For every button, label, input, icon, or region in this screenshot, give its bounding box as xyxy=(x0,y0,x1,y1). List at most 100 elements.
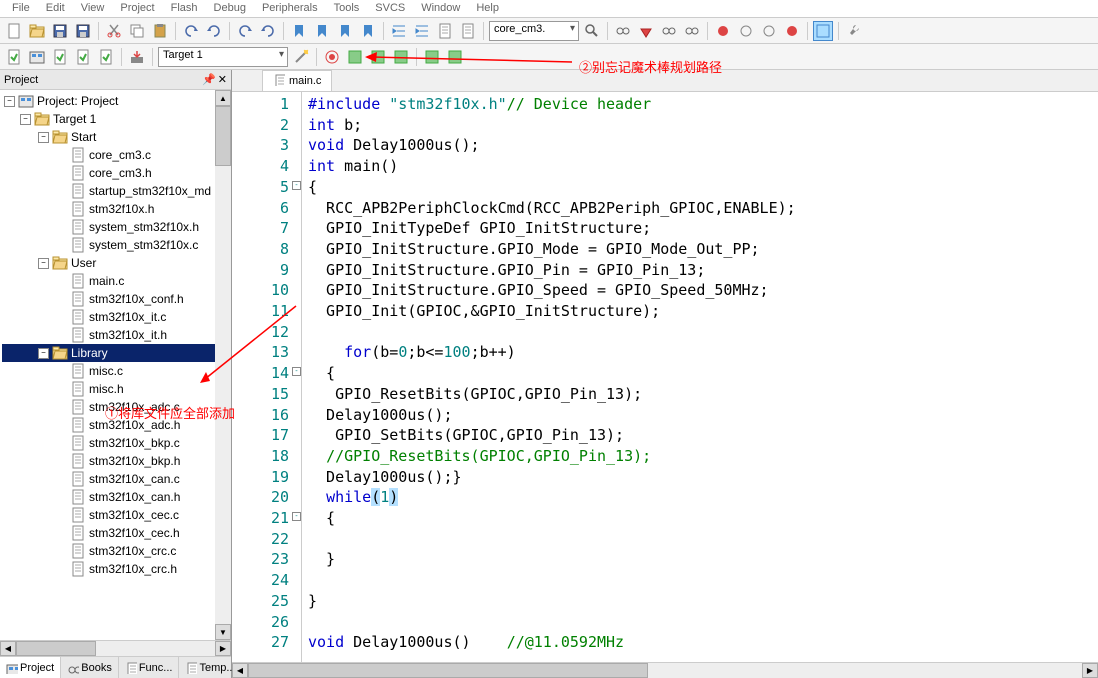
tree-node[interactable]: core_cm3.c xyxy=(2,146,229,164)
tree-node[interactable]: stm32f10x_conf.h xyxy=(2,290,229,308)
indent-button[interactable] xyxy=(389,21,409,41)
panel-tab-func[interactable]: Func... xyxy=(119,657,180,678)
scroll-track[interactable] xyxy=(215,106,231,624)
menu-tools[interactable]: Tools xyxy=(326,2,368,15)
tree-node[interactable]: system_stm32f10x.h xyxy=(2,218,229,236)
scroll-left-button[interactable]: ◀ xyxy=(232,663,248,678)
editor-hscrollbar[interactable]: ◀ ▶ xyxy=(232,662,1098,678)
glasses2-button[interactable] xyxy=(659,21,679,41)
tree-node[interactable]: stm32f10x_it.h xyxy=(2,326,229,344)
horizontal-scrollbar[interactable]: ◀ ▶ xyxy=(0,640,231,656)
download-button[interactable] xyxy=(127,47,147,67)
rebuild-button[interactable] xyxy=(50,47,70,67)
components-button[interactable] xyxy=(391,47,411,67)
code-editor[interactable]: #include "stm32f10x.h"// Device headerin… xyxy=(302,92,1098,662)
copy-button[interactable] xyxy=(127,21,147,41)
open-button[interactable] xyxy=(27,21,47,41)
redo-button[interactable] xyxy=(204,21,224,41)
tree-node[interactable]: misc.h xyxy=(2,380,229,398)
debug-button[interactable] xyxy=(613,21,633,41)
tree-node[interactable]: −User xyxy=(2,254,229,272)
vertical-scrollbar[interactable]: ▲ ▼ xyxy=(215,90,231,640)
stop-build-button[interactable] xyxy=(96,47,116,67)
tree-toggle-icon[interactable]: − xyxy=(38,348,49,359)
glasses-button[interactable] xyxy=(636,21,656,41)
run-button[interactable] xyxy=(422,47,442,67)
configure-button[interactable] xyxy=(844,21,864,41)
fold-icon[interactable]: - xyxy=(292,367,301,376)
tree-toggle-icon[interactable]: − xyxy=(20,114,31,125)
bookmark-prev-button[interactable] xyxy=(312,21,332,41)
panel-pin-icon[interactable]: 📌 xyxy=(202,73,216,86)
scroll-thumb[interactable] xyxy=(16,641,96,656)
tree-toggle-icon[interactable]: − xyxy=(38,132,49,143)
tree-node[interactable]: system_stm32f10x.c xyxy=(2,236,229,254)
nav-fwd-button[interactable] xyxy=(258,21,278,41)
menu-file[interactable]: File xyxy=(4,2,38,15)
bookmark-clear-button[interactable] xyxy=(358,21,378,41)
nav-back-button[interactable] xyxy=(235,21,255,41)
scroll-up-button[interactable]: ▲ xyxy=(215,90,231,106)
uncomment-button[interactable] xyxy=(458,21,478,41)
tree-node[interactable]: stm32f10x_can.c xyxy=(2,470,229,488)
menu-window[interactable]: Window xyxy=(413,2,468,15)
target-select[interactable]: Target 1 xyxy=(158,47,288,67)
bp-kill-button[interactable] xyxy=(782,21,802,41)
tree-node[interactable]: −Library xyxy=(2,344,229,362)
save-button[interactable] xyxy=(50,21,70,41)
scroll-down-button[interactable]: ▼ xyxy=(215,624,231,640)
scroll-thumb[interactable] xyxy=(215,106,231,166)
build-button[interactable] xyxy=(4,47,24,67)
tree-node[interactable]: stm32f10x_crc.c xyxy=(2,542,229,560)
find-button[interactable] xyxy=(582,21,602,41)
outdent-button[interactable] xyxy=(412,21,432,41)
undo-button[interactable] xyxy=(181,21,201,41)
glasses3-button[interactable] xyxy=(682,21,702,41)
options-button[interactable] xyxy=(291,47,311,67)
batch-build-button[interactable] xyxy=(73,47,93,67)
bp-disable-button[interactable] xyxy=(759,21,779,41)
menu-svcs[interactable]: SVCS xyxy=(367,2,413,15)
tree-node[interactable]: stm32f10x_cec.c xyxy=(2,506,229,524)
debug2-button[interactable] xyxy=(445,47,465,67)
scroll-thumb[interactable] xyxy=(248,663,648,678)
menu-edit[interactable]: Edit xyxy=(38,2,73,15)
panel-tab-books[interactable]: Books xyxy=(61,657,119,678)
tree-view[interactable]: −Project: Project−Target 1−Startcore_cm3… xyxy=(0,90,231,640)
tree-node[interactable]: stm32f10x.h xyxy=(2,200,229,218)
editor-tab[interactable]: main.c xyxy=(262,70,332,91)
menu-help[interactable]: Help xyxy=(468,2,507,15)
scroll-right-button[interactable]: ▶ xyxy=(215,641,231,656)
paste-button[interactable] xyxy=(150,21,170,41)
find-combo[interactable]: core_cm3. xyxy=(489,21,579,41)
tree-node[interactable]: core_cm3.h xyxy=(2,164,229,182)
books-button[interactable] xyxy=(368,47,388,67)
save-all-button[interactable] xyxy=(73,21,93,41)
menu-peripherals[interactable]: Peripherals xyxy=(254,2,326,15)
panel-tab-project[interactable]: Project xyxy=(0,657,61,678)
tree-toggle-icon[interactable]: − xyxy=(4,96,15,107)
tree-node[interactable]: stm32f10x_can.h xyxy=(2,488,229,506)
bookmark-button[interactable] xyxy=(289,21,309,41)
tree-node[interactable]: stm32f10x_crc.h xyxy=(2,560,229,578)
manage-button[interactable] xyxy=(322,47,342,67)
window-button[interactable] xyxy=(813,21,833,41)
build-all-button[interactable] xyxy=(27,47,47,67)
tree-node[interactable]: −Start xyxy=(2,128,229,146)
tree-node[interactable]: stm32f10x_cec.h xyxy=(2,524,229,542)
fold-icon[interactable]: - xyxy=(292,512,301,521)
scroll-track[interactable] xyxy=(16,641,215,656)
file-ext-button[interactable] xyxy=(345,47,365,67)
tree-node[interactable]: −Project: Project xyxy=(2,92,229,110)
fold-icon[interactable]: - xyxy=(292,181,301,190)
tree-node[interactable]: misc.c xyxy=(2,362,229,380)
tree-node[interactable]: main.c xyxy=(2,272,229,290)
tree-node[interactable]: −Target 1 xyxy=(2,110,229,128)
code-area[interactable]: 1234567891011121314151617181920212223242… xyxy=(232,92,1098,662)
comment-button[interactable] xyxy=(435,21,455,41)
menu-view[interactable]: View xyxy=(73,2,113,15)
new-file-button[interactable] xyxy=(4,21,24,41)
scroll-left-button[interactable]: ◀ xyxy=(0,641,16,656)
tree-toggle-icon[interactable]: − xyxy=(38,258,49,269)
tree-node[interactable]: stm32f10x_bkp.c xyxy=(2,434,229,452)
